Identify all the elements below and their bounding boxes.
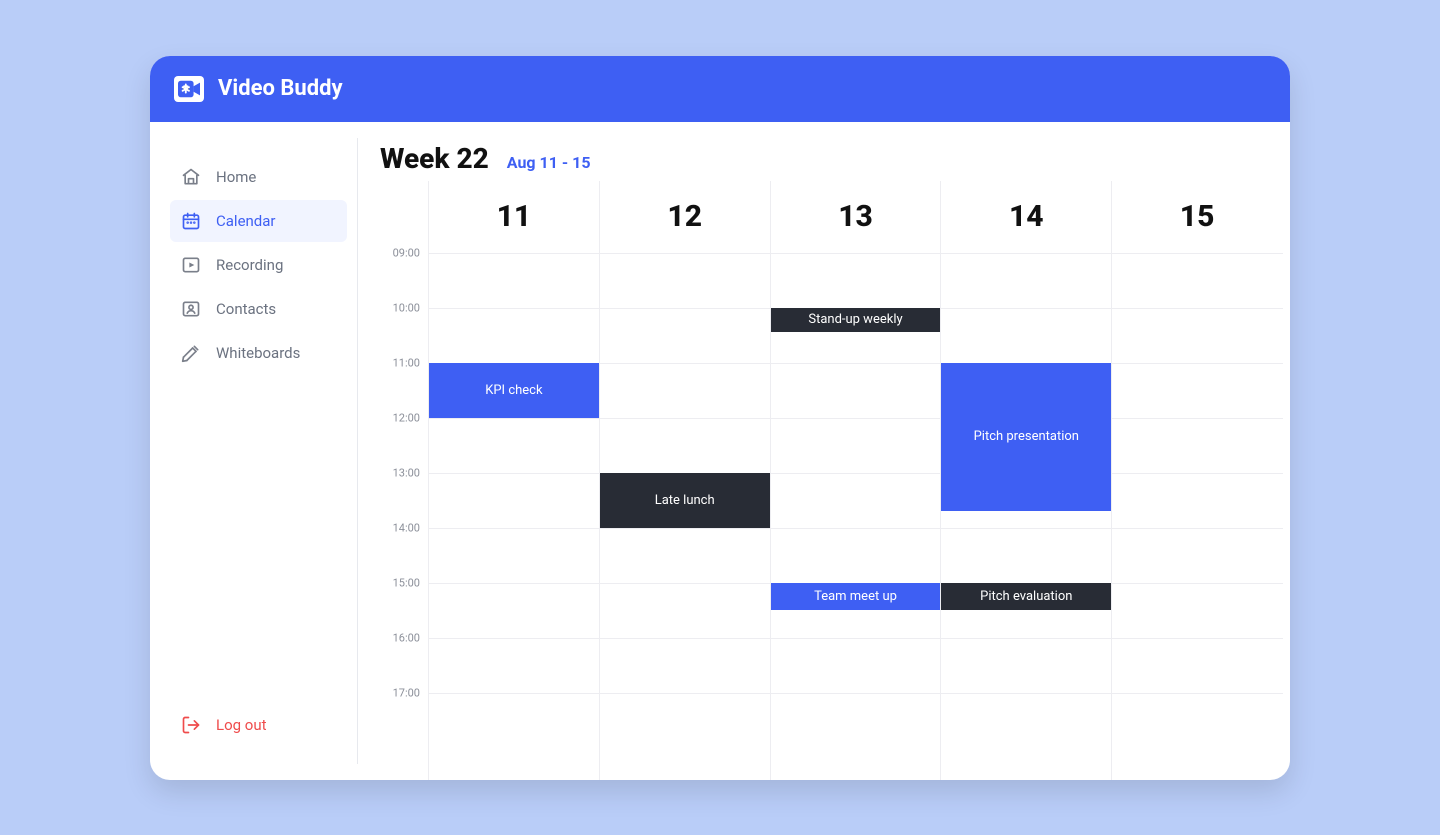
time-label: 10:00 (393, 301, 420, 314)
sidebar-item-home[interactable]: Home (170, 156, 347, 198)
time-label: 09:00 (393, 246, 420, 259)
day-column: 12 Late lunch (599, 181, 770, 780)
time-label: 13:00 (393, 466, 420, 479)
sidebar-item-contacts[interactable]: Contacts (170, 288, 347, 330)
time-label: 14:00 (393, 521, 420, 534)
app-window: Video Buddy Home Calendar Recording Contact… (150, 56, 1290, 780)
sidebar-item-label: Contacts (216, 300, 276, 318)
calendar-event[interactable]: Late lunch (600, 473, 770, 528)
calendar-header: Week 22 Aug 11 - 15 (374, 142, 1282, 175)
logout-label: Log out (216, 716, 267, 734)
calendar-event[interactable]: Team meet up (771, 583, 941, 611)
calendar-event[interactable]: Pitch presentation (941, 363, 1111, 512)
calendar-event[interactable]: KPI check (429, 363, 599, 418)
time-label: 11:00 (393, 356, 420, 369)
day-column: 11 KPI check (428, 181, 599, 780)
time-label: 15:00 (393, 576, 420, 589)
time-label: 17:00 (393, 686, 420, 699)
sidebar-item-recording[interactable]: Recording (170, 244, 347, 286)
home-icon (180, 166, 202, 188)
nav-list: Home Calendar Recording Contacts Whiteboards (170, 156, 347, 374)
day-column: 14 Pitch presentation Pitch evaluation (940, 181, 1111, 780)
time-gutter: 09:00 10:00 11:00 12:00 13:00 14:00 15:00 16:00… (374, 181, 428, 780)
logout-icon (180, 714, 202, 736)
recording-icon (180, 254, 202, 276)
logout-button[interactable]: Log out (170, 704, 347, 746)
day-column: 15 (1111, 181, 1282, 780)
calendar-event[interactable]: Pitch evaluation (941, 583, 1111, 611)
sidebar-item-label: Calendar (216, 212, 276, 230)
sidebar-item-label: Whiteboards (216, 344, 300, 362)
sidebar-item-label: Recording (216, 256, 283, 274)
whiteboard-icon (180, 342, 202, 364)
week-label: Week 22 (380, 142, 489, 175)
sidebar-item-label: Home (216, 168, 256, 186)
day-columns: 11 KPI check 12 Late lunch 13 Stand-up weekly… (428, 181, 1282, 780)
day-number: 12 (600, 181, 770, 253)
app-logo-icon (174, 76, 204, 102)
sidebar-item-calendar[interactable]: Calendar (170, 200, 347, 242)
day-number: 14 (941, 181, 1111, 253)
main-panel: Week 22 Aug 11 - 15 09:00 10:00 11:00 12:00… (358, 122, 1290, 780)
sidebar: Home Calendar Recording Contacts Whiteboards… (160, 138, 358, 764)
day-number: 15 (1112, 181, 1282, 253)
day-number: 11 (429, 181, 599, 253)
time-label: 12:00 (393, 411, 420, 424)
date-range: Aug 11 - 15 (507, 153, 591, 172)
time-label: 16:00 (393, 631, 420, 644)
sidebar-item-whiteboards[interactable]: Whiteboards (170, 332, 347, 374)
contacts-icon (180, 298, 202, 320)
day-number: 13 (771, 181, 941, 253)
app-title: Video Buddy (218, 76, 343, 101)
calendar-grid: 09:00 10:00 11:00 12:00 13:00 14:00 15:00 16:00… (374, 181, 1282, 780)
calendar-icon (180, 210, 202, 232)
titlebar: Video Buddy (150, 56, 1290, 122)
calendar-event[interactable]: Stand-up weekly (771, 308, 941, 333)
day-column: 13 Stand-up weekly Team meet up (770, 181, 941, 780)
